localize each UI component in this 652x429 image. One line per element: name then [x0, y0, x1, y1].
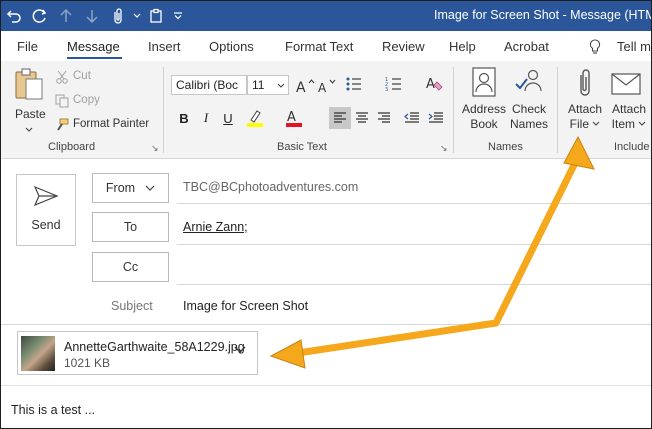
- annotation-arrow-line: [297, 157, 581, 357]
- annotation-arrows: [269, 135, 595, 369]
- outlook-message-window: Image for Screen Shot - Message (HTML) F…: [0, 0, 652, 429]
- annotation-arrowhead-attach-file: [563, 135, 595, 170]
- annotation-arrowhead-attachment: [269, 339, 306, 369]
